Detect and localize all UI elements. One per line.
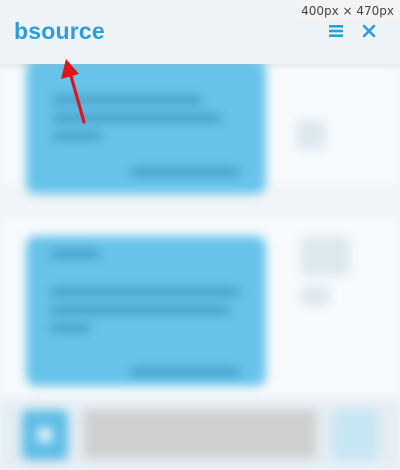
chat-window: bsource 400px × 470px [0, 0, 400, 470]
close-icon [362, 24, 376, 38]
brand-logo: bsource [14, 18, 105, 44]
dimension-badge: 400px × 470px [295, 0, 400, 22]
send-button[interactable] [332, 410, 378, 460]
close-button[interactable] [358, 20, 380, 42]
hamburger-menu-icon [329, 25, 343, 37]
avatar [296, 120, 326, 150]
avatar [300, 236, 350, 276]
menu-button[interactable] [325, 20, 347, 42]
message-input[interactable] [84, 410, 316, 458]
avatar [300, 286, 330, 306]
blurred-chat-content [0, 0, 400, 470]
message-bubble [26, 236, 266, 386]
message-bubble [26, 60, 266, 194]
attach-button[interactable] [22, 410, 68, 460]
